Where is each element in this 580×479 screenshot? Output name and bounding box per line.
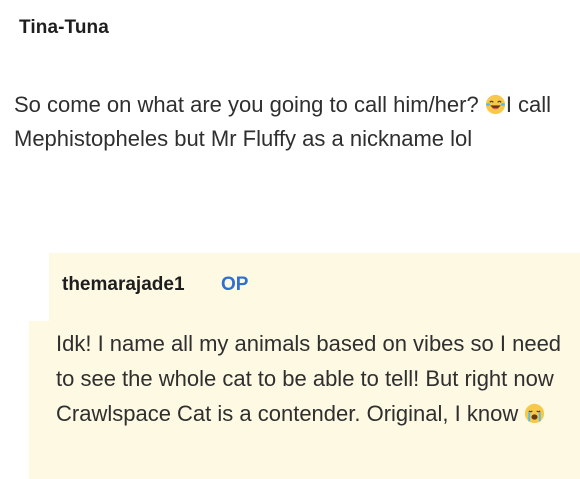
comment-author[interactable]: Tina-Tuna <box>19 17 109 39</box>
loudly-crying-emoji-icon <box>525 403 545 424</box>
comment-text-start: So come on what are you going to call hi… <box>14 92 485 117</box>
reply-text: Idk! I name all my animals based on vibe… <box>56 326 576 431</box>
comment-thread: Tina-Tuna So come on what are you going … <box>0 0 580 479</box>
reply-author[interactable]: themarajade1 <box>62 274 185 296</box>
laughing-tears-emoji-icon <box>485 94 505 115</box>
reply-text-content: Idk! I name all my animals based on vibe… <box>56 331 562 426</box>
comment-body: So come on what are you going to call hi… <box>14 88 574 156</box>
op-badge: OP <box>221 274 249 295</box>
